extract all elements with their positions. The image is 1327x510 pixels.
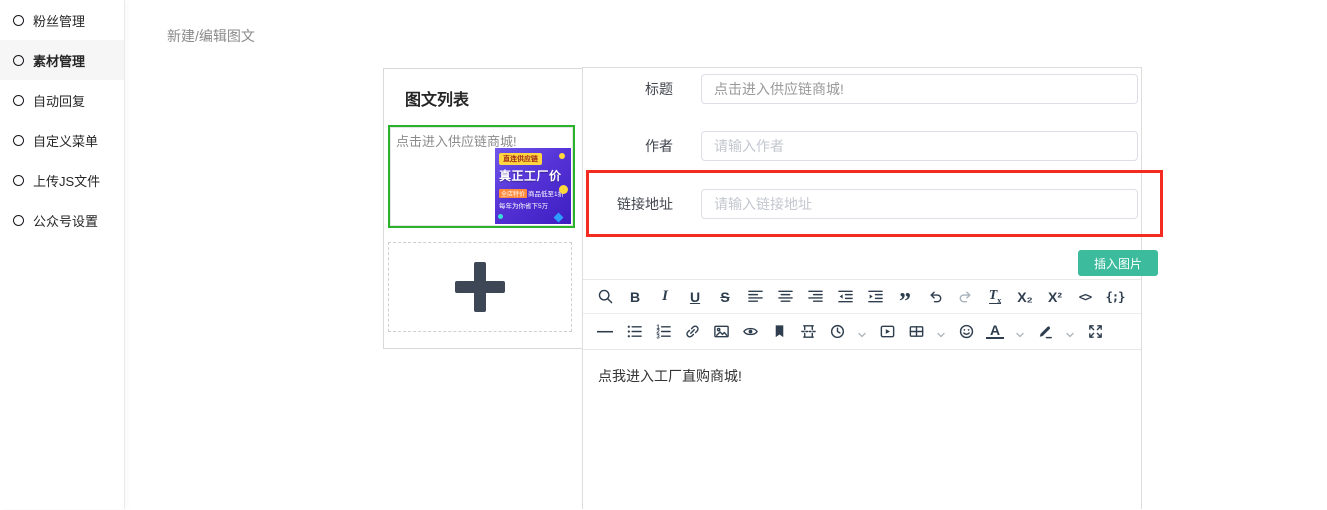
- bullet-list-icon[interactable]: [625, 323, 643, 341]
- strikethrough-icon[interactable]: S: [716, 288, 734, 306]
- chevron-down-icon[interactable]: [1065, 327, 1075, 337]
- article-list-title: 图文列表: [384, 69, 582, 125]
- link-label: 链接地址: [583, 194, 701, 214]
- sidebar-item-auto-reply[interactable]: 自动回复: [0, 80, 124, 120]
- thumb-badge: 直连供应链: [499, 153, 542, 165]
- table-icon[interactable]: [907, 323, 925, 341]
- article-list-panel: 图文列表 点击进入供应链商城! 直连供应链 真正工厂价 全店特价 商品低至1折 …: [383, 68, 583, 349]
- title-input[interactable]: [701, 74, 1138, 104]
- author-input[interactable]: [701, 131, 1138, 161]
- add-article-button[interactable]: [388, 242, 572, 332]
- image-icon[interactable]: [712, 323, 730, 341]
- thumb-decoration-dot: [554, 213, 564, 223]
- link-field-row: 链接地址: [583, 189, 1141, 219]
- inline-code-icon[interactable]: <>: [1076, 288, 1094, 306]
- link-icon[interactable]: [683, 323, 701, 341]
- sidebar-item-label: 素材管理: [33, 51, 85, 70]
- sidebar-item-account-settings[interactable]: 公众号设置: [0, 200, 124, 240]
- outdent-icon[interactable]: [836, 288, 854, 306]
- align-right-icon[interactable]: [806, 288, 824, 306]
- clear-format-icon[interactable]: Tx: [986, 288, 1004, 306]
- emoji-icon[interactable]: [957, 323, 975, 341]
- svg-text:3: 3: [656, 333, 660, 340]
- thumb-line2: 每年为你省下5万: [499, 200, 571, 210]
- italic-icon[interactable]: I: [656, 288, 674, 306]
- code-block-icon[interactable]: {;}: [1106, 288, 1124, 306]
- align-left-icon[interactable]: [746, 288, 764, 306]
- thumb-decoration-dot: [498, 214, 503, 219]
- font-color-icon[interactable]: A: [986, 324, 1004, 339]
- sidebar: 粉丝管理 素材管理 自动回复 自定义菜单 上传JS文件 公众号设置: [0, 0, 125, 509]
- redo-icon[interactable]: [956, 288, 974, 306]
- thumb-headline: 真正工厂价: [499, 167, 571, 184]
- indent-icon[interactable]: [866, 288, 884, 306]
- link-input[interactable]: [701, 189, 1138, 219]
- circle-icon: [13, 95, 24, 106]
- fullscreen-icon[interactable]: [1086, 323, 1104, 341]
- article-card-body: 点击进入供应链商城! 直连供应链 真正工厂价 全店特价 商品低至1折 每年为你省…: [390, 127, 573, 226]
- editor-toolbar-row2: — 123: [583, 313, 1141, 349]
- video-icon[interactable]: [878, 323, 896, 341]
- align-center-icon[interactable]: [776, 288, 794, 306]
- sidebar-item-materials[interactable]: 素材管理: [0, 40, 124, 80]
- circle-icon: [13, 135, 24, 146]
- insert-image-button[interactable]: 插入图片: [1078, 250, 1158, 276]
- sidebar-item-label: 自动回复: [33, 91, 85, 110]
- editor-toolbar: B I U S ”: [583, 279, 1141, 350]
- preview-eye-icon[interactable]: [741, 323, 759, 341]
- plus-icon: [455, 262, 505, 312]
- bold-icon[interactable]: B: [626, 288, 644, 306]
- article-card-title: 点击进入供应链商城!: [396, 134, 517, 149]
- title-field-row: 标题: [583, 74, 1141, 104]
- horizontal-rule-icon[interactable]: —: [596, 323, 614, 341]
- sidebar-item-label: 粉丝管理: [33, 11, 85, 30]
- editor-toolbar-row1: B I U S ”: [583, 280, 1141, 313]
- bookmark-icon[interactable]: [770, 323, 788, 341]
- thumb-decoration-dot: [559, 185, 568, 194]
- ordered-list-icon[interactable]: 123: [654, 323, 672, 341]
- circle-icon: [13, 175, 24, 186]
- sidebar-item-custom-menu[interactable]: 自定义菜单: [0, 120, 124, 160]
- editor-content[interactable]: 点我进入工厂直购商城!: [583, 349, 1141, 510]
- chevron-down-icon[interactable]: [857, 327, 867, 337]
- sidebar-item-fans[interactable]: 粉丝管理: [0, 0, 124, 40]
- quote-icon[interactable]: ”: [896, 288, 914, 306]
- author-field-row: 作者: [583, 131, 1141, 161]
- sidebar-item-label: 自定义菜单: [33, 131, 98, 150]
- underline-icon[interactable]: U: [686, 288, 704, 306]
- article-card-selected[interactable]: 点击进入供应链商城! 直连供应链 真正工厂价 全店特价 商品低至1折 每年为你省…: [388, 125, 575, 228]
- article-form-panel: 标题 作者 链接地址 B I U S: [582, 67, 1142, 509]
- chevron-down-icon[interactable]: [1015, 327, 1025, 337]
- circle-icon: [13, 55, 24, 66]
- circle-icon: [13, 15, 24, 26]
- chevron-down-icon[interactable]: [936, 327, 946, 337]
- page-break-icon[interactable]: [799, 323, 817, 341]
- page-title: 新建/编辑图文: [167, 26, 255, 46]
- thumb-decoration-dot: [559, 153, 565, 159]
- sidebar-item-label: 公众号设置: [33, 211, 98, 230]
- sidebar-item-label: 上传JS文件: [33, 171, 100, 190]
- search-icon[interactable]: [596, 288, 614, 306]
- title-label: 标题: [583, 79, 701, 99]
- thumb-tag: 全店特价: [499, 189, 527, 198]
- highlight-pen-icon[interactable]: [1036, 323, 1054, 341]
- sidebar-item-upload-js[interactable]: 上传JS文件: [0, 160, 124, 200]
- circle-icon: [13, 215, 24, 226]
- datetime-clock-icon[interactable]: [828, 323, 846, 341]
- undo-icon[interactable]: [926, 288, 944, 306]
- article-thumbnail: 直连供应链 真正工厂价 全店特价 商品低至1折 每年为你省下5万: [495, 148, 571, 224]
- subscript-icon[interactable]: X₂: [1016, 288, 1034, 306]
- author-label: 作者: [583, 136, 701, 156]
- superscript-icon[interactable]: X²: [1046, 288, 1064, 306]
